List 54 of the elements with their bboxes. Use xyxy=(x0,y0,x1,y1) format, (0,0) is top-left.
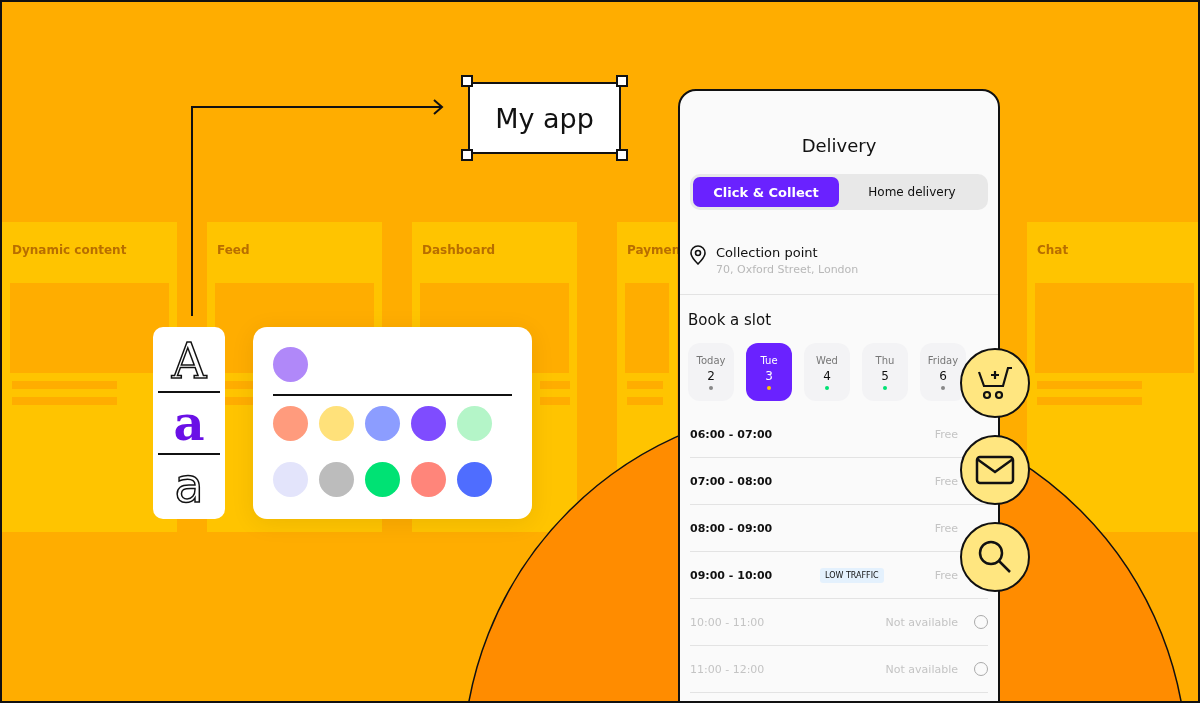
resize-handle[interactable] xyxy=(461,75,473,87)
card-title: Dashboard xyxy=(422,242,496,257)
day-date: 3 xyxy=(765,368,773,383)
screen-title: Delivery xyxy=(800,135,878,156)
traffic-tag: LOW TRAFFIC xyxy=(820,567,884,583)
color-swatch[interactable] xyxy=(319,462,354,497)
search-icon xyxy=(977,539,1013,575)
text-frame[interactable]: My app xyxy=(468,82,621,154)
day-name: Wed xyxy=(816,354,838,366)
color-swatch[interactable] xyxy=(273,406,308,441)
slot-time: 06:00 - 07:00 xyxy=(690,427,774,441)
card-title: Chat xyxy=(1037,242,1069,257)
resize-handle[interactable] xyxy=(461,149,473,161)
tab[interactable]: Click & Collect xyxy=(693,177,839,207)
color-swatch[interactable] xyxy=(365,406,400,441)
slot-time: 09:00 - 10:00 xyxy=(690,568,774,582)
day-chip[interactable]: Tue 3 xyxy=(746,343,792,401)
slot-time: 07:00 - 08:00 xyxy=(690,474,774,488)
collection-label: Collection point xyxy=(716,245,819,260)
section-heading: Book a slot xyxy=(688,311,773,329)
card-title: Dynamic content xyxy=(12,242,127,257)
day-date: 6 xyxy=(939,368,947,383)
location-pin-icon xyxy=(690,245,706,265)
font-sample[interactable]: A xyxy=(171,335,207,387)
slot-time: 08:00 - 09:00 xyxy=(690,521,774,535)
tab[interactable]: Home delivery xyxy=(839,177,985,207)
font-sample[interactable]: a xyxy=(174,459,204,511)
card-title: Paymen xyxy=(627,242,681,257)
collection-address: 70, Oxford Street, London xyxy=(716,263,859,276)
day-chip[interactable]: Friday 6 xyxy=(920,343,966,401)
color-swatch[interactable] xyxy=(457,462,492,497)
day-chip[interactable]: Thu 5 xyxy=(862,343,908,401)
font-sample[interactable]: a xyxy=(173,397,205,449)
day-name: Today xyxy=(696,354,726,366)
color-swatch[interactable] xyxy=(411,406,446,441)
day-name: Tue xyxy=(760,354,778,366)
day-chip[interactable]: Today 2 xyxy=(688,343,734,401)
cart-icon xyxy=(976,365,1014,401)
color-swatch[interactable] xyxy=(319,406,354,441)
day-date: 4 xyxy=(823,368,831,383)
resize-handle[interactable] xyxy=(616,75,628,87)
color-swatch[interactable] xyxy=(411,462,446,497)
card-title: Feed xyxy=(217,242,250,257)
day-name: Friday xyxy=(927,354,959,366)
day-chip[interactable]: Wed 4 xyxy=(804,343,850,401)
day-date: 2 xyxy=(707,368,715,383)
day-date: 5 xyxy=(881,368,889,383)
mail-icon xyxy=(975,455,1015,485)
day-name: Thu xyxy=(875,354,895,366)
color-swatch[interactable] xyxy=(273,462,308,497)
color-swatch[interactable] xyxy=(365,462,400,497)
selected-swatch[interactable] xyxy=(273,347,308,382)
color-swatch[interactable] xyxy=(457,406,492,441)
resize-handle[interactable] xyxy=(616,149,628,161)
